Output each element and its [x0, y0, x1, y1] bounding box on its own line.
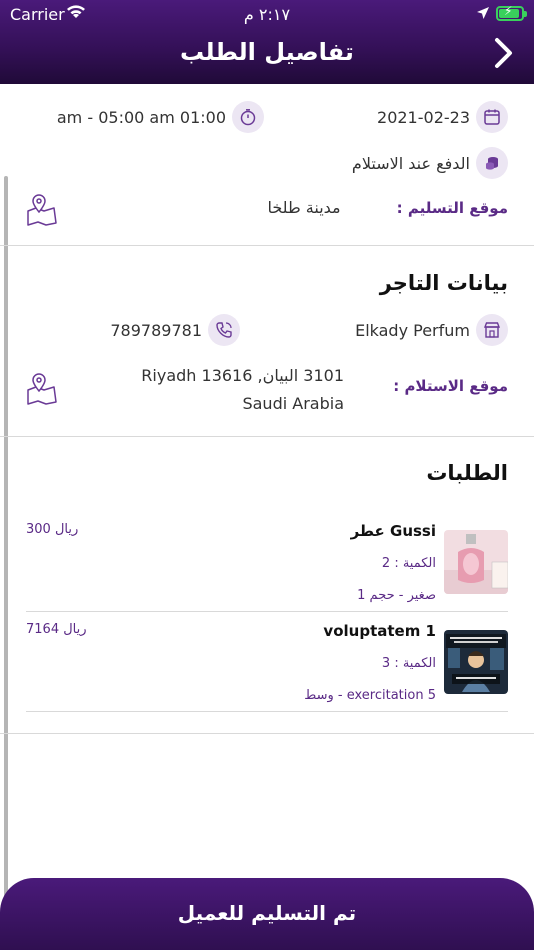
delivery-date: 2021-02-23 — [377, 107, 470, 127]
orders-heading: الطلبات — [426, 461, 508, 485]
status-time: ٢:١٧ م — [243, 5, 291, 24]
delivery-location-row: موقع التسليم : مدينة طلخا — [267, 198, 508, 217]
delivery-location-label: موقع التسليم : — [396, 198, 508, 217]
order-item-price: 300 ريال — [26, 522, 79, 537]
battery-icon: ⚡ — [496, 4, 527, 21]
delivery-time-range: 01:00 am - 05:00 am — [56, 107, 226, 127]
delivery-location-value: مدينة طلخا — [267, 198, 341, 217]
pickup-address: 3101 البيان, Riyadh 13616 Saudi Arabia — [141, 362, 344, 418]
merchant-heading: بيانات التاجر — [379, 271, 508, 295]
coins-icon — [476, 147, 508, 179]
status-bar: Carrier ٢:١٧ م ⚡ — [0, 0, 534, 30]
product-thumbnail-perfume[interactable] — [444, 530, 508, 594]
delivered-to-customer-button[interactable]: تم التسليم للعميل — [0, 878, 534, 950]
map-pin-icon[interactable] — [24, 370, 60, 406]
merchant-phone-row[interactable]: 789789781 — [110, 314, 240, 346]
order-item-quantity: الكمية : 2 — [381, 556, 436, 571]
divider — [0, 733, 534, 734]
order-item-price: 7164 ريال — [26, 622, 87, 637]
payment-method-row: الدفع عند الاستلام — [352, 147, 508, 179]
order-item-name: عطر Gussi — [350, 522, 436, 540]
divider — [0, 436, 534, 437]
divider — [0, 245, 534, 246]
pickup-location-label-row: موقع الاستلام : — [393, 377, 508, 395]
merchant-name: Elkady Perfum — [355, 320, 470, 340]
calendar-icon — [476, 101, 508, 133]
payment-method: الدفع عند الاستلام — [351, 153, 470, 173]
timer-icon — [232, 101, 264, 133]
order-item-quantity: الكمية : 3 — [381, 656, 436, 671]
pickup-address-line2: Saudi Arabia — [242, 394, 344, 413]
order-details-screen: Carrier ٢:١٧ م ⚡ تفاصيل الطلب 2021-02-23… — [0, 0, 534, 950]
delivery-time-row: 01:00 am - 05:00 am — [57, 101, 264, 133]
top-bar: Carrier ٢:١٧ م ⚡ تفاصيل الطلب — [0, 0, 534, 84]
order-item-variant: صغير - حجم 1 — [357, 588, 436, 603]
delivery-date-row: 2021-02-23 — [377, 101, 508, 133]
delivered-button-label: تم التسليم للعميل — [177, 901, 357, 925]
merchant-phone[interactable]: 789789781 — [110, 321, 202, 340]
back-chevron-icon[interactable] — [492, 36, 516, 70]
order-item-variant: وسط - exercitation 5 — [304, 688, 436, 703]
order-item-name: voluptatem 1 — [323, 622, 436, 640]
divider — [26, 711, 508, 712]
scroll-indicator[interactable] — [4, 176, 8, 916]
phone-icon[interactable] — [208, 314, 240, 346]
divider — [26, 611, 508, 612]
pickup-address-line1: 3101 البيان, Riyadh 13616 — [141, 366, 344, 385]
store-icon — [476, 314, 508, 346]
map-pin-icon[interactable] — [24, 191, 60, 227]
merchant-name-row: Elkady Perfum — [355, 314, 508, 346]
pickup-location-label: موقع الاستلام : — [393, 377, 508, 395]
product-thumbnail-image[interactable] — [444, 630, 508, 694]
location-arrow-icon — [477, 7, 489, 19]
page-title: تفاصيل الطلب — [180, 38, 354, 66]
